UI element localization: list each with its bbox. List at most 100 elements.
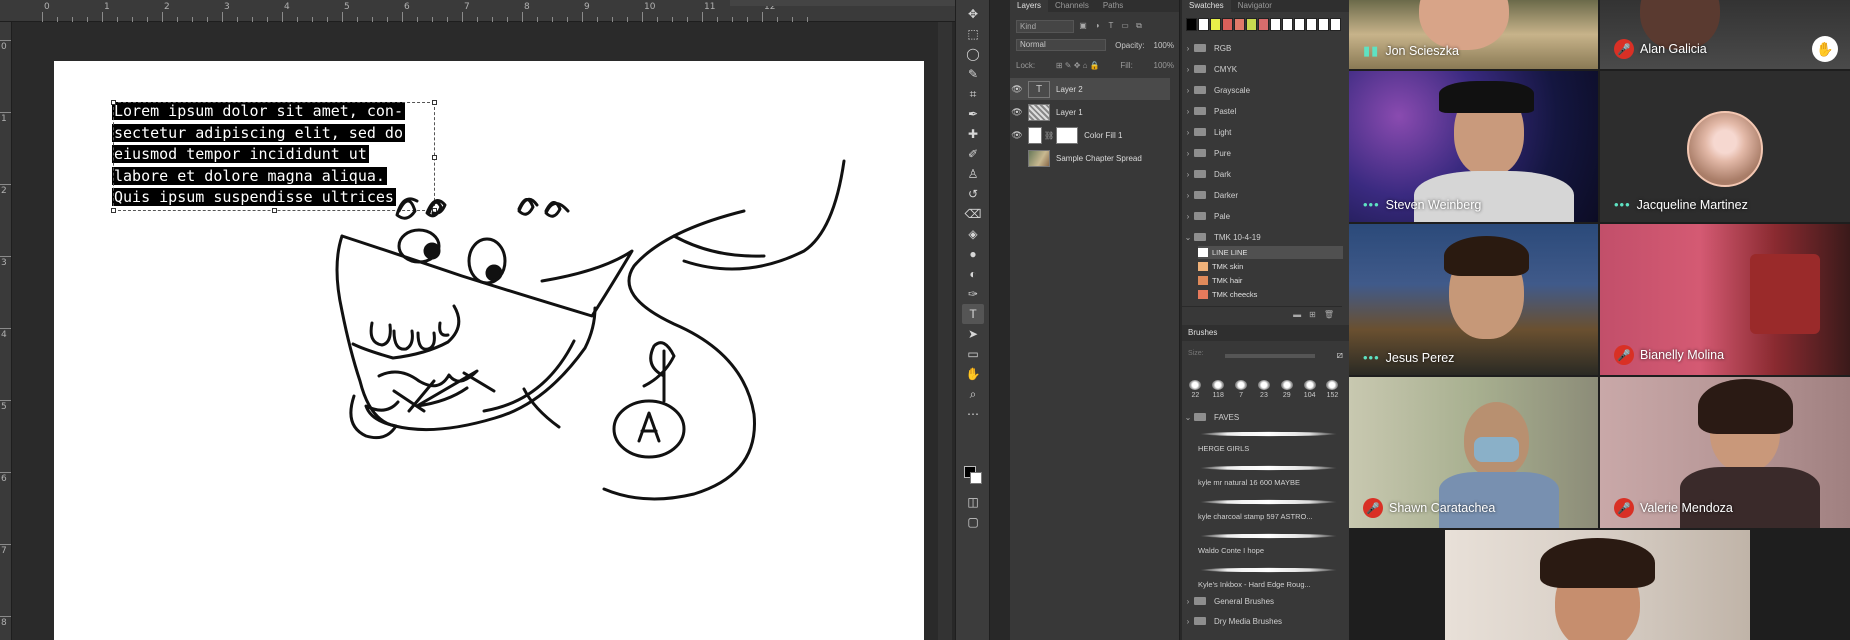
- swatch-chip[interactable]: [1294, 18, 1305, 31]
- lock-icons[interactable]: ⊞ ✎ ✥ ⌂ 🔒: [1056, 61, 1100, 70]
- swatch-chip[interactable]: [1318, 18, 1329, 31]
- participant-tile[interactable]: ▮▮ Jon Scieszka: [1349, 0, 1598, 69]
- swatch-folder[interactable]: › Pure: [1182, 143, 1340, 163]
- brush-preset[interactable]: 22: [1185, 380, 1205, 406]
- type-tool-icon[interactable]: T: [962, 304, 984, 324]
- tab-channels[interactable]: Channels: [1048, 0, 1096, 12]
- document-canvas[interactable]: Lorem ipsum dolor sit amet, con- sectetu…: [54, 61, 924, 640]
- dodge-tool-icon[interactable]: ◐: [962, 264, 984, 284]
- swatch-chip[interactable]: [1270, 18, 1281, 31]
- brush-preset[interactable]: 23: [1254, 380, 1274, 406]
- brush-preset[interactable]: 104: [1300, 380, 1320, 406]
- brush-item[interactable]: kyle mr natural 16 600 MAYBE: [1198, 462, 1343, 496]
- blend-mode-select[interactable]: Normal: [1016, 39, 1106, 51]
- participant-tile[interactable]: 🎤 Bianelly Molina: [1600, 224, 1850, 375]
- eraser-tool-icon[interactable]: ⌫: [962, 204, 984, 224]
- brush-item[interactable]: HERGE GIRLS: [1198, 428, 1343, 462]
- participant-tile[interactable]: 🎤 Alan Galicia ✋: [1600, 0, 1850, 69]
- swatch-folder[interactable]: › CMYK: [1182, 59, 1340, 79]
- swatch-item[interactable]: TMK hair: [1198, 274, 1343, 287]
- tab-layers[interactable]: Layers: [1010, 0, 1049, 12]
- swatch-folder[interactable]: › Light: [1182, 122, 1340, 142]
- paint-bucket-tool-icon[interactable]: ◈: [962, 224, 984, 244]
- brush-group[interactable]: › General Brushes: [1182, 591, 1340, 611]
- tab-paths[interactable]: Paths: [1096, 0, 1130, 12]
- fill-value[interactable]: 100%: [1154, 61, 1174, 70]
- swatch-chip[interactable]: [1282, 18, 1293, 31]
- brush-preset[interactable]: 29: [1277, 380, 1297, 406]
- brush-preset[interactable]: 152: [1322, 380, 1342, 406]
- swatch-folder[interactable]: › Pastel: [1182, 101, 1340, 121]
- layer-row[interactable]: 👁 T Layer 2: [1010, 78, 1170, 100]
- zoom-tool-icon[interactable]: ⌕: [962, 384, 984, 404]
- opacity-value[interactable]: 100%: [1154, 41, 1174, 50]
- swatch-chip[interactable]: [1258, 18, 1269, 31]
- participant-tile[interactable]: 🎤 Valerie Mendoza: [1600, 377, 1850, 528]
- eyedropper-tool-icon[interactable]: ✒: [962, 104, 984, 124]
- crop-tool-icon[interactable]: ⌗: [962, 84, 984, 104]
- clone-stamp-tool-icon[interactable]: ♙: [962, 164, 984, 184]
- new-brush-icon[interactable]: ⧄: [1337, 350, 1343, 362]
- eye-icon[interactable]: 👁: [1010, 130, 1024, 141]
- brush-tool-icon[interactable]: ✐: [962, 144, 984, 164]
- background-color-swatch[interactable]: [970, 472, 982, 484]
- canvas-area[interactable]: Lorem ipsum dolor sit amet, con- sectetu…: [12, 22, 952, 640]
- brush-group-open[interactable]: ⌄ FAVES: [1182, 407, 1340, 427]
- tab-swatches[interactable]: Swatches: [1182, 0, 1231, 12]
- swatch-folder[interactable]: › Pale: [1182, 206, 1340, 226]
- path-select-tool-icon[interactable]: ➤: [962, 324, 984, 344]
- rectangle-tool-icon[interactable]: ▭: [962, 344, 984, 364]
- layer-kind-filter[interactable]: Kind: [1016, 19, 1074, 33]
- recent-swatches[interactable]: [1186, 18, 1344, 32]
- brush-size-slider[interactable]: [1225, 354, 1316, 358]
- move-tool-icon[interactable]: ✥: [962, 4, 984, 24]
- layer-row[interactable]: 👁 Layer 1: [1010, 101, 1170, 123]
- new-group-icon[interactable]: ▬: [1293, 310, 1301, 319]
- eye-icon[interactable]: 👁: [1010, 84, 1024, 95]
- more-tools-icon[interactable]: ⋯: [962, 404, 984, 424]
- filter-smart-icon[interactable]: ⧉: [1134, 21, 1144, 31]
- layer-row[interactable]: Sample Chapter Spread: [1010, 147, 1170, 169]
- swatch-folder[interactable]: › Darker: [1182, 185, 1340, 205]
- artboard-tool-icon[interactable]: ⬚: [962, 24, 984, 44]
- swatch-chip[interactable]: [1234, 18, 1245, 31]
- blur-tool-icon[interactable]: ●: [962, 244, 984, 264]
- canvas-vertical-scrollbar[interactable]: [938, 22, 952, 640]
- quick-select-tool-icon[interactable]: ✎: [962, 64, 984, 84]
- swatch-chip[interactable]: [1198, 18, 1209, 31]
- swatch-chip[interactable]: [1246, 18, 1257, 31]
- participant-tile[interactable]: ••• Jacqueline Martinez: [1600, 71, 1850, 222]
- quick-mask-icon[interactable]: ◫: [962, 492, 984, 512]
- history-brush-tool-icon[interactable]: ↺: [962, 184, 984, 204]
- brush-group[interactable]: › Dry Media Brushes: [1182, 611, 1340, 631]
- filter-type-icon[interactable]: T: [1106, 21, 1116, 31]
- healing-brush-tool-icon[interactable]: ✚: [962, 124, 984, 144]
- brush-preset[interactable]: 118: [1208, 380, 1228, 406]
- layer-row[interactable]: 👁 ⛓ Color Fill 1: [1010, 124, 1170, 146]
- swatch-chip[interactable]: [1186, 18, 1197, 31]
- swatch-chip[interactable]: [1222, 18, 1233, 31]
- filter-adjustment-icon[interactable]: ◑: [1092, 21, 1102, 31]
- swatch-folder-open[interactable]: ⌄ TMK 10-4-19: [1182, 227, 1340, 247]
- eye-icon[interactable]: 👁: [1010, 107, 1024, 118]
- hand-tool-icon[interactable]: ✋: [962, 364, 984, 384]
- participant-tile[interactable]: ••• Jesus Perez: [1349, 224, 1598, 375]
- swatch-item[interactable]: TMK cheecks: [1198, 288, 1343, 301]
- lasso-tool-icon[interactable]: ◯: [962, 44, 984, 64]
- brush-item[interactable]: Waldo Conte I hope: [1198, 530, 1343, 564]
- swatch-chip[interactable]: [1306, 18, 1317, 31]
- swatch-item[interactable]: LINE LINE: [1198, 246, 1343, 259]
- new-swatch-icon[interactable]: ⊞: [1309, 310, 1316, 319]
- pen-tool-icon[interactable]: ✑: [962, 284, 984, 304]
- swatch-item[interactable]: TMK skin: [1198, 260, 1343, 273]
- filter-shape-icon[interactable]: ▭: [1120, 21, 1130, 31]
- swatch-folder[interactable]: › RGB: [1182, 38, 1340, 58]
- participant-tile[interactable]: 🎤 Shawn Caratachea: [1349, 377, 1598, 528]
- brush-item[interactable]: kyle charcoal stamp 597 ASTRO...: [1198, 496, 1343, 530]
- filter-pixel-icon[interactable]: ▣: [1078, 21, 1088, 31]
- swatch-chip[interactable]: [1210, 18, 1221, 31]
- brush-preset[interactable]: 7: [1231, 380, 1251, 406]
- screen-mode-icon[interactable]: ▢: [962, 512, 984, 532]
- participant-tile[interactable]: ••• Steven Weinberg: [1349, 71, 1598, 222]
- swatch-folder[interactable]: › Grayscale: [1182, 80, 1340, 100]
